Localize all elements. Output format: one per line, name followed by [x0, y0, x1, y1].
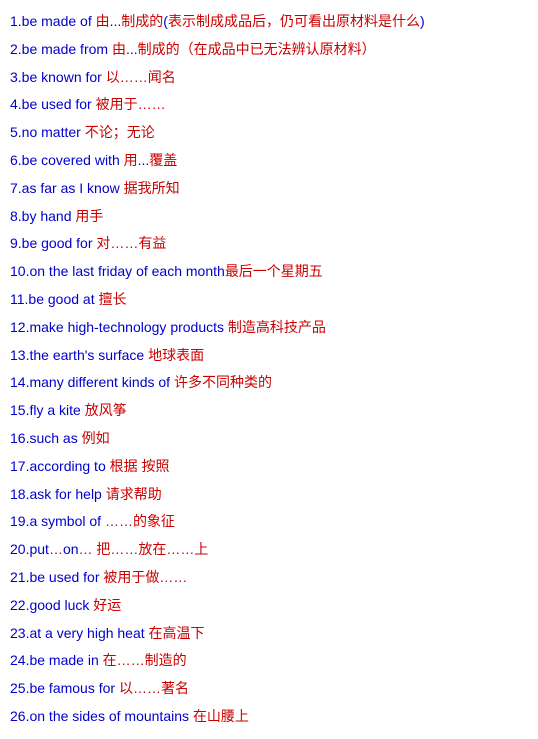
list-item: 14.many different kinds of 许多不同种类的 — [10, 369, 528, 397]
list-item: 24.be made in 在……制造的 — [10, 647, 528, 675]
list-item: 18.ask for help 请求帮助 — [10, 481, 528, 509]
list-item: 8.by hand 用手 — [10, 203, 528, 231]
list-item: 16.such as 例如 — [10, 425, 528, 453]
list-item: 22.good luck 好运 — [10, 592, 528, 620]
list-item: 25.be famous for 以……著名 — [10, 675, 528, 703]
list-item: 3.be known for 以……闻名 — [10, 64, 528, 92]
list-item: 2.be made from 由...制成的（在成品中已无法辨认原材料） — [10, 36, 528, 64]
list-item: 17.according to 根据 按照 — [10, 453, 528, 481]
list-item: 11.be good at 擅长 — [10, 286, 528, 314]
list-item: 23.at a very high heat 在高温下 — [10, 620, 528, 648]
list-item: 13.the earth's surface 地球表面 — [10, 342, 528, 370]
list-item: 1.be made of 由...制成的(表示制成成品后，仍可看出原材料是什么) — [10, 8, 528, 36]
list-item: 15.fly a kite 放风筝 — [10, 397, 528, 425]
list-item: 4.be used for 被用于…… — [10, 91, 528, 119]
list-item: 9.be good for 对……有益 — [10, 230, 528, 258]
list-item: 5.no matter 不论；无论 — [10, 119, 528, 147]
list-item: 6.be covered with 用...覆盖 — [10, 147, 528, 175]
list-item: 7.as far as I know 据我所知 — [10, 175, 528, 203]
list-item: 12.make high-technology products 制造高科技产品 — [10, 314, 528, 342]
list-item: 10.on the last friday of each month最后一个星… — [10, 258, 528, 286]
list-item: 19.a symbol of ……的象征 — [10, 508, 528, 536]
phrase-list: 1.be made of 由...制成的(表示制成成品后，仍可看出原材料是什么)… — [10, 8, 528, 731]
list-item: 26.on the sides of mountains 在山腰上 — [10, 703, 528, 731]
list-item: 20.put…on… 把……放在……上 — [10, 536, 528, 564]
list-item: 21.be used for 被用于做…… — [10, 564, 528, 592]
